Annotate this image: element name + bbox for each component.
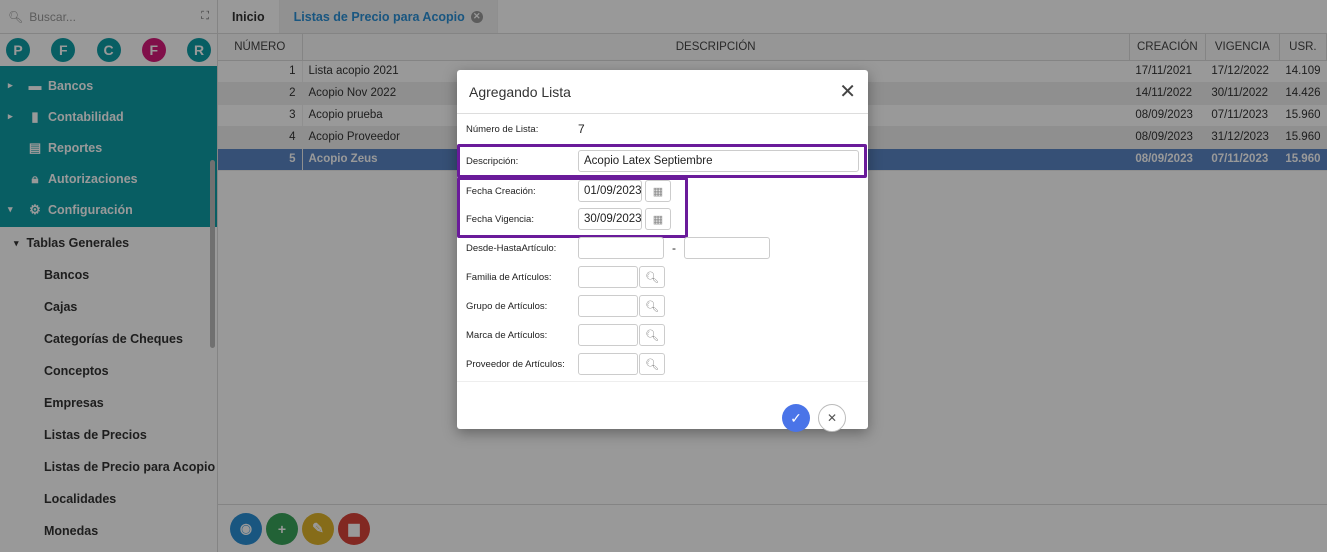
grupo-input[interactable] [578, 295, 638, 317]
fecha-vigencia-label: Fecha Vigencia: [466, 213, 534, 225]
dialog-header: Agregando Lista ✕ [457, 70, 868, 114]
add-list-dialog: Agregando Lista ✕ Número de Lista: 7 Des… [457, 70, 868, 432]
descripcion-label: Descripción: [466, 155, 519, 167]
fecha-creacion-row: Fecha Creación: 01/09/2023 ▦ [466, 180, 671, 202]
dialog-title: Agregando Lista [469, 83, 571, 100]
proveedor-label: Proveedor de Artículos: [466, 358, 565, 370]
familia-row: Familia de Artículos: 🔍︎ [466, 266, 665, 288]
cancel-button[interactable]: ✕ [818, 404, 846, 432]
descripcion-input[interactable]: Acopio Latex Septiembre [578, 150, 859, 172]
fecha-creacion-input[interactable]: 01/09/2023 [578, 180, 642, 202]
range-separator: - [672, 241, 676, 255]
numero-row: Número de Lista: 7 [466, 122, 585, 136]
check-icon: ✓ [790, 409, 802, 426]
search-icon[interactable]: 🔍︎ [639, 266, 665, 288]
desde-hasta-row: Desde-HastaArtículo: - [466, 237, 770, 259]
marca-input[interactable] [578, 324, 638, 346]
numero-label: Número de Lista: [466, 123, 539, 135]
marca-label: Marca de Artículos: [466, 329, 548, 341]
search-icon[interactable]: 🔍︎ [639, 295, 665, 317]
search-icon[interactable]: 🔍︎ [639, 353, 665, 375]
close-icon: ✕ [826, 411, 838, 425]
numero-value: 7 [578, 122, 585, 136]
fecha-vigencia-input[interactable]: 30/09/2023 [578, 208, 642, 230]
proveedor-row: Proveedor de Artículos: 🔍︎ [466, 353, 665, 375]
grupo-label: Grupo de Artículos: [466, 300, 548, 312]
descripcion-row: Descripción: Acopio Latex Septiembre [466, 150, 859, 172]
desde-hasta-label: Desde-HastaArtículo: [466, 242, 557, 254]
familia-label: Familia de Artículos: [466, 271, 552, 283]
marca-row: Marca de Artículos: 🔍︎ [466, 324, 665, 346]
familia-input[interactable] [578, 266, 638, 288]
confirm-button[interactable]: ✓ [782, 404, 810, 432]
fecha-creacion-label: Fecha Creación: [466, 185, 536, 197]
dialog-footer: ✓ ✕ [457, 381, 868, 432]
search-icon[interactable]: 🔍︎ [639, 324, 665, 346]
calendar-icon[interactable]: ▦ [645, 180, 671, 202]
hasta-input[interactable] [684, 237, 770, 259]
proveedor-input[interactable] [578, 353, 638, 375]
calendar-icon[interactable]: ▦ [645, 208, 671, 230]
desde-input[interactable] [578, 237, 664, 259]
close-icon[interactable]: ✕ [839, 79, 856, 104]
fecha-vigencia-row: Fecha Vigencia: 30/09/2023 ▦ [466, 208, 671, 230]
grupo-row: Grupo de Artículos: 🔍︎ [466, 295, 665, 317]
